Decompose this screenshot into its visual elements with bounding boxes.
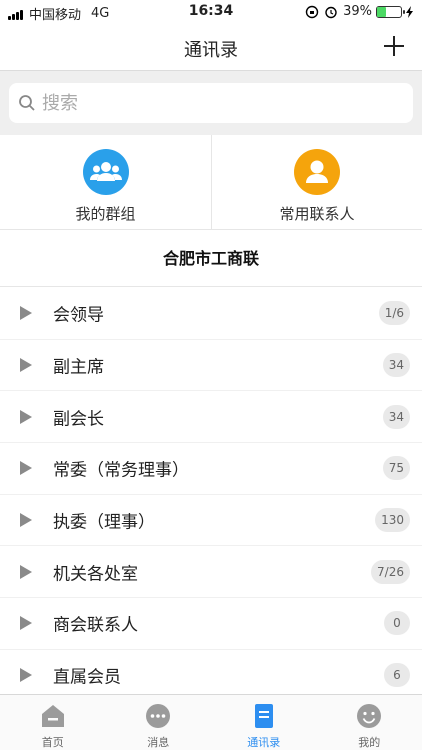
department-label: 副会长 [53, 409, 104, 430]
home-icon [41, 705, 64, 727]
department-item[interactable]: 副主席 34 [0, 340, 422, 392]
tab-contacts-label: 通讯录 [247, 736, 281, 749]
battery-icon [376, 5, 405, 18]
charging-icon [406, 5, 413, 18]
department-label: 机关各处室 [53, 564, 138, 585]
department-label: 直属会员 [53, 667, 121, 688]
department-label: 会领导 [53, 305, 104, 326]
member-count-badge: 7/26 [371, 559, 410, 584]
member-count-badge: 34 [382, 353, 410, 378]
tab-home[interactable]: 首页 [0, 695, 106, 750]
department-label: 副主席 [53, 357, 104, 378]
tab-profile[interactable]: 我的 [317, 695, 422, 750]
contacts-icon [254, 704, 273, 728]
tab-messages[interactable]: 消息 [106, 695, 212, 750]
tab-messages-label: 消息 [147, 736, 170, 749]
member-count-badge: 1/6 [378, 301, 410, 326]
tab-profile-label: 我的 [358, 736, 381, 749]
department-item[interactable]: 商会联系人 0 [0, 598, 422, 650]
department-item[interactable]: 会领导 1/6 [0, 288, 422, 340]
quick-links: 我的群组 常用联系人 [0, 135, 422, 230]
page-title: 通讯录 [184, 40, 238, 61]
expand-arrow-icon [20, 616, 32, 631]
member-count-badge: 130 [375, 508, 410, 533]
expand-arrow-icon [20, 461, 32, 476]
status-bar: 中国移动 4G 16:34 39% [0, 0, 422, 24]
search-icon [19, 95, 35, 111]
department-item[interactable]: 执委（理事） 130 [0, 495, 422, 547]
status-right: 39% [305, 4, 414, 19]
my-groups-button[interactable]: 我的群组 [0, 135, 211, 230]
battery-percent: 39% [343, 4, 372, 19]
tab-home-label: 首页 [41, 736, 64, 749]
member-count-badge: 34 [382, 404, 410, 429]
department-item[interactable]: 机关各处室 7/26 [0, 546, 422, 599]
tab-bar: 首页 消息 通讯录 我的 [0, 694, 422, 750]
plus-icon[interactable] [382, 34, 406, 58]
profile-icon [357, 704, 382, 728]
organization-title: 合肥市工商联 [0, 231, 422, 287]
tab-contacts[interactable]: 通讯录 [211, 695, 317, 750]
member-count-badge: 75 [382, 456, 410, 481]
search-area [0, 71, 422, 135]
expand-arrow-icon [20, 513, 32, 528]
member-count-badge: 0 [384, 611, 410, 636]
department-item[interactable]: 副会长 34 [0, 391, 422, 444]
nav-bar: 通讯录 [0, 24, 422, 71]
frequent-contacts-label: 常用联系人 [279, 205, 355, 223]
expand-arrow-icon [20, 306, 32, 321]
alarm-icon [325, 6, 337, 18]
department-label: 执委（理事） [53, 512, 155, 533]
battery-level [377, 6, 387, 17]
message-icon [146, 704, 171, 728]
rotation-lock-icon [305, 5, 319, 18]
my-groups-label: 我的群组 [75, 205, 136, 223]
expand-arrow-icon [20, 358, 32, 373]
expand-arrow-icon [20, 409, 32, 424]
member-count-badge: 6 [384, 663, 410, 688]
department-item[interactable]: 常委（常务理事） 75 [0, 443, 422, 495]
department-list: 会领导 1/6 副主席 34 副会长 34 常委（常务理事） 75 执委（理事）… [0, 288, 422, 702]
search-box[interactable] [9, 83, 413, 123]
expand-arrow-icon [20, 564, 32, 579]
department-label: 商会联系人 [53, 615, 138, 636]
department-label: 常委（常务理事） [53, 460, 189, 481]
frequent-contacts-button[interactable]: 常用联系人 [211, 135, 422, 230]
person-icon [294, 149, 340, 195]
group-icon [82, 149, 129, 195]
search-input[interactable] [42, 92, 382, 114]
expand-arrow-icon [20, 668, 32, 683]
